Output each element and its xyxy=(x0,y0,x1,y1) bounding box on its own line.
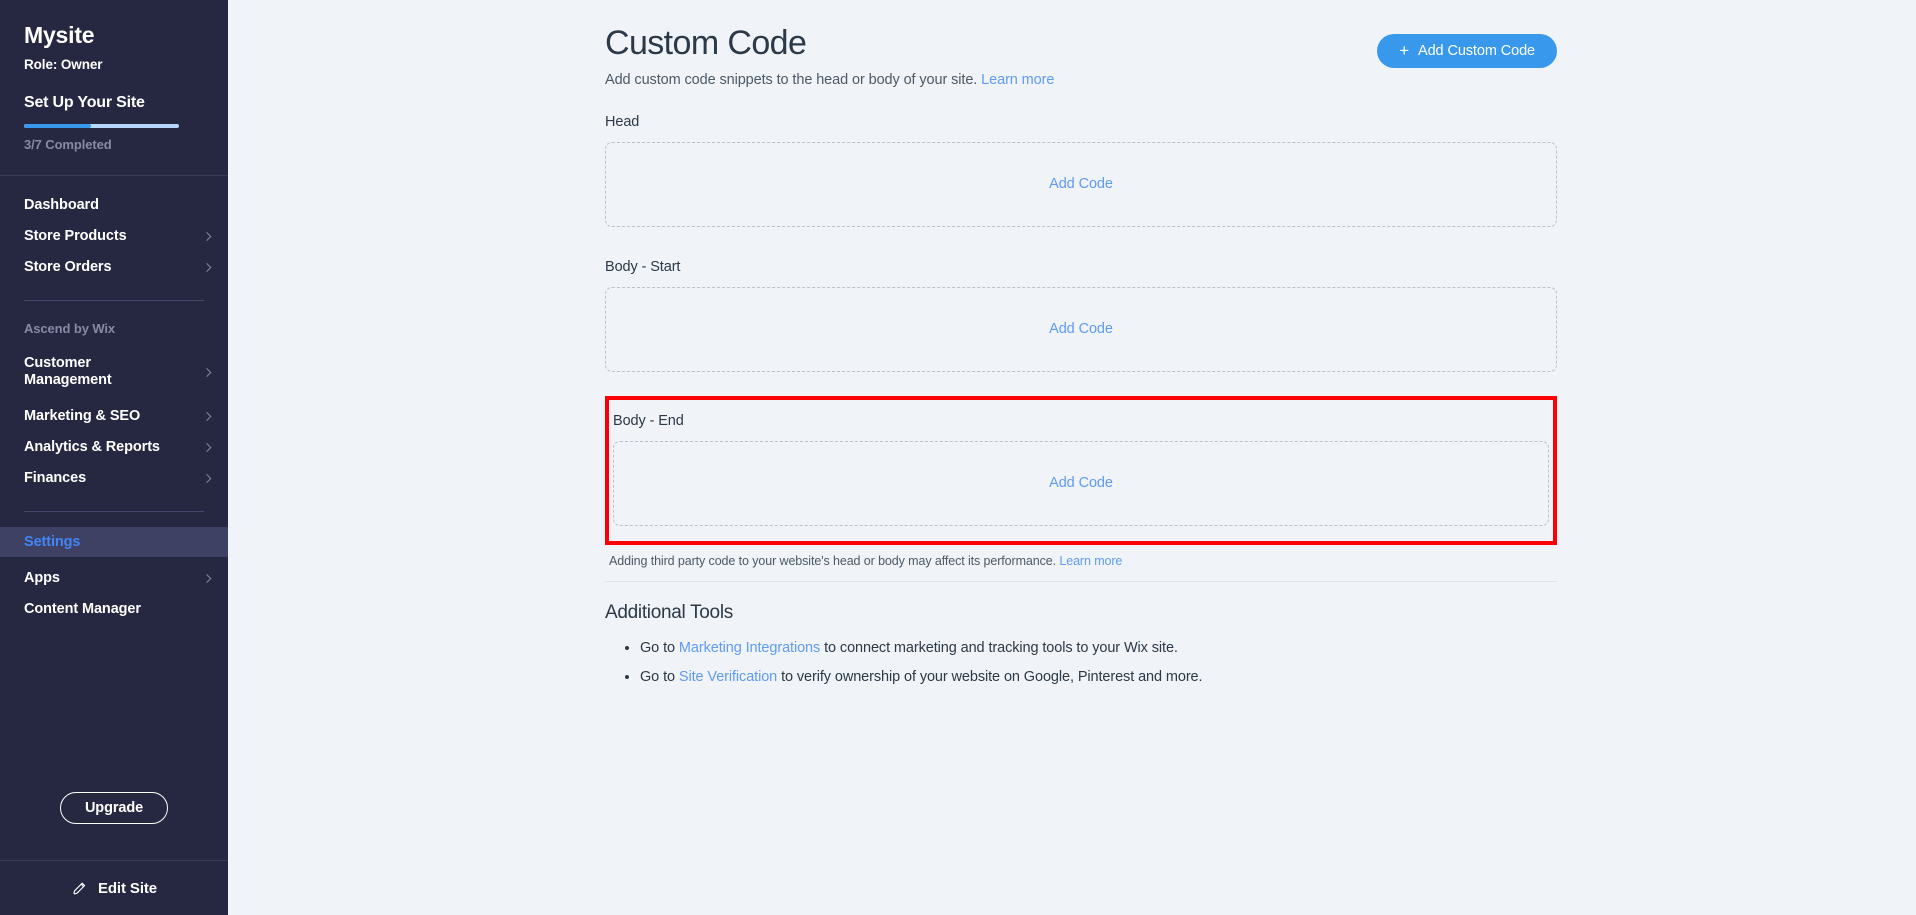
sidebar-item-content-manager[interactable]: Content Manager xyxy=(0,594,228,624)
sidebar-item-label: Marketing & SEO xyxy=(24,408,140,425)
list-item-suffix: to verify ownership of your website on G… xyxy=(777,669,1202,685)
learn-more-link-disclaimer[interactable]: Learn more xyxy=(1059,554,1122,568)
sidebar-item-label: Apps xyxy=(24,570,60,587)
additional-tools-list: Go to Marketing Integrations to connect … xyxy=(605,639,1557,687)
sidebar-item-dashboard[interactable]: Dashboard xyxy=(0,190,228,220)
sidebar-item-label: Finances xyxy=(24,470,86,487)
page-header-text: Custom Code Add custom code snippets to … xyxy=(605,23,1054,88)
chevron-right-icon xyxy=(203,367,214,378)
section-head: Head Add Code xyxy=(605,114,1557,227)
sidebar-item-analytics-reports[interactable]: Analytics & Reports xyxy=(0,432,228,462)
sidebar-nav-primary: Dashboard Store Products Store Orders xyxy=(0,176,228,282)
list-item-suffix: to connect marketing and tracking tools … xyxy=(820,640,1178,656)
sidebar-divider-bottom xyxy=(24,511,204,512)
sidebar-item-store-products[interactable]: Store Products xyxy=(0,221,228,251)
page-subtitle: Add custom code snippets to the head or … xyxy=(605,72,1054,88)
sidebar-divider-ascend xyxy=(24,300,204,301)
setup-your-site-title: Set Up Your Site xyxy=(24,94,204,112)
sidebar: Mysite Role: Owner Set Up Your Site 3/7 … xyxy=(0,0,228,915)
add-code-slot-head[interactable]: Add Code xyxy=(605,142,1557,227)
sidebar-item-label: Content Manager xyxy=(24,601,141,618)
plus-icon: + xyxy=(1399,42,1409,59)
performance-disclaimer-text: Adding third party code to your website'… xyxy=(609,554,1056,568)
chevron-right-icon xyxy=(203,442,214,453)
chevron-right-icon xyxy=(203,411,214,422)
sidebar-header: Mysite Role: Owner Set Up Your Site 3/7 … xyxy=(0,0,228,152)
setup-progress-fill xyxy=(24,124,91,128)
setup-progress-bar xyxy=(24,124,179,128)
sidebar-item-apps[interactable]: Apps xyxy=(0,563,228,593)
sidebar-item-settings[interactable]: Settings xyxy=(0,527,228,557)
site-verification-link[interactable]: Site Verification xyxy=(679,669,777,685)
sidebar-group-label-ascend: Ascend by Wix xyxy=(0,321,228,336)
add-code-label: Add Code xyxy=(1049,475,1113,491)
chevron-right-icon xyxy=(203,231,214,242)
sidebar-nav-ascend: Customer Management Marketing & SEO Anal… xyxy=(0,350,228,493)
additional-tools-title: Additional Tools xyxy=(605,602,1557,624)
section-body-start-title: Body - Start xyxy=(605,259,1557,275)
app-root: Mysite Role: Owner Set Up Your Site 3/7 … xyxy=(0,0,1916,915)
list-item-prefix: Go to xyxy=(640,640,679,656)
sidebar-item-marketing-seo[interactable]: Marketing & SEO xyxy=(0,401,228,431)
section-head-title: Head xyxy=(605,114,1557,130)
sidebar-item-customer-management[interactable]: Customer Management xyxy=(0,350,228,394)
page-title: Custom Code xyxy=(605,23,1054,64)
chevron-right-icon xyxy=(203,262,214,273)
edit-site-button[interactable]: Edit Site xyxy=(0,860,228,915)
sidebar-item-label: Customer Management xyxy=(24,355,149,389)
list-item: Go to Site Verification to verify owners… xyxy=(640,668,1557,687)
site-title: Mysite xyxy=(24,22,204,48)
add-custom-code-label: Add Custom Code xyxy=(1418,43,1535,59)
learn-more-link-header[interactable]: Learn more xyxy=(981,72,1054,88)
marketing-integrations-link[interactable]: Marketing Integrations xyxy=(679,640,820,656)
sidebar-spacer xyxy=(0,624,228,792)
pencil-icon xyxy=(71,880,88,897)
add-code-label: Add Code xyxy=(1049,176,1113,192)
edit-site-label: Edit Site xyxy=(98,880,157,897)
content-column: Custom Code Add custom code snippets to … xyxy=(605,0,1557,696)
site-role: Role: Owner xyxy=(24,57,204,72)
section-body-end-highlighted: Body - End Add Code xyxy=(605,396,1557,545)
sidebar-item-label: Dashboard xyxy=(24,197,99,214)
content-divider xyxy=(605,581,1557,582)
chevron-right-icon xyxy=(203,573,214,584)
list-item-prefix: Go to xyxy=(640,669,679,685)
setup-progress-label: 3/7 Completed xyxy=(24,137,204,152)
sidebar-item-label: Settings xyxy=(24,534,80,551)
add-code-slot-body-end[interactable]: Add Code xyxy=(613,441,1549,526)
sidebar-item-label: Analytics & Reports xyxy=(24,439,160,456)
list-item: Go to Marketing Integrations to connect … xyxy=(640,639,1557,658)
main-content: Custom Code Add custom code snippets to … xyxy=(228,0,1916,915)
page-header: Custom Code Add custom code snippets to … xyxy=(605,0,1557,88)
page-subtitle-text: Add custom code snippets to the head or … xyxy=(605,72,977,88)
add-code-label: Add Code xyxy=(1049,321,1113,337)
add-custom-code-button[interactable]: + Add Custom Code xyxy=(1377,34,1557,68)
upgrade-button[interactable]: Upgrade xyxy=(60,792,168,824)
sidebar-item-label: Store Orders xyxy=(24,259,111,276)
sidebar-nav-bottom: Settings Apps Content Manager xyxy=(0,527,228,624)
sidebar-item-label: Store Products xyxy=(24,228,127,245)
chevron-right-icon xyxy=(203,473,214,484)
add-code-slot-body-start[interactable]: Add Code xyxy=(605,287,1557,372)
section-body-end-title: Body - End xyxy=(609,413,1553,429)
section-body-start: Body - Start Add Code xyxy=(605,259,1557,372)
upgrade-button-wrap: Upgrade xyxy=(0,792,228,860)
sidebar-item-store-orders[interactable]: Store Orders xyxy=(0,252,228,282)
performance-disclaimer: Adding third party code to your website'… xyxy=(605,554,1557,568)
sidebar-item-finances[interactable]: Finances xyxy=(0,463,228,493)
